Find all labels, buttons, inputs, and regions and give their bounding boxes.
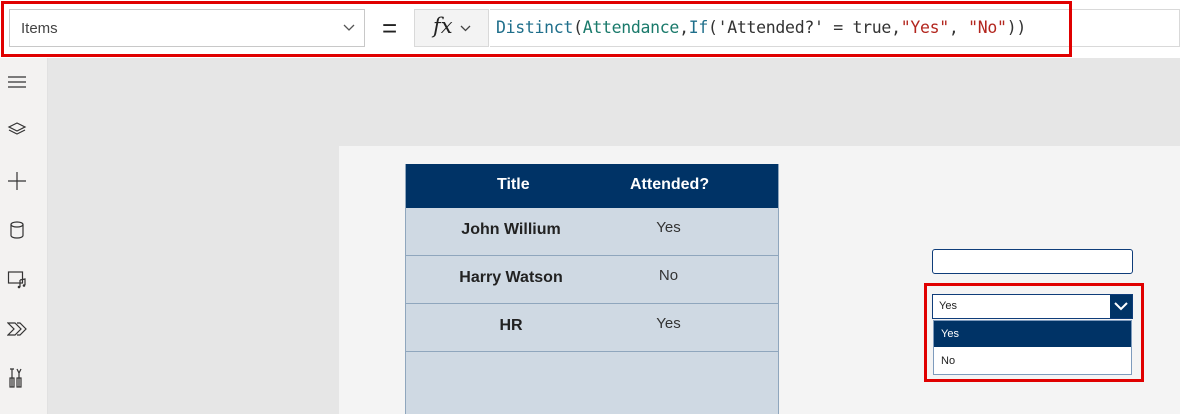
table-row[interactable]: Harry Watson No xyxy=(406,256,778,304)
attendance-gallery[interactable]: Title Attended? John Willium Yes Harry W… xyxy=(405,164,779,414)
table-row[interactable]: HR Yes xyxy=(406,304,778,352)
power-automate-icon[interactable] xyxy=(7,319,27,339)
row-attended: Yes xyxy=(656,315,681,332)
highlight-box-dropdown xyxy=(924,283,1144,382)
left-rail xyxy=(0,58,48,414)
row-title: HR xyxy=(499,317,523,334)
header-attended: Attended? xyxy=(630,176,710,193)
row-attended: Yes xyxy=(656,219,681,236)
layers-icon[interactable] xyxy=(7,120,27,140)
media-icon[interactable] xyxy=(7,269,27,289)
table-row[interactable]: John Willium Yes xyxy=(406,208,778,256)
tree-view-icon[interactable] xyxy=(7,72,27,92)
header-title: Title xyxy=(497,176,530,193)
data-cylinder-icon[interactable] xyxy=(7,220,27,240)
row-title: Harry Watson xyxy=(459,269,563,286)
table-header: Title Attended? xyxy=(406,164,778,208)
row-title: John Willium xyxy=(461,221,561,238)
advanced-tools-icon[interactable] xyxy=(7,368,27,388)
row-attended: No xyxy=(658,267,679,284)
highlight-box-formula xyxy=(1,1,1072,57)
text-input[interactable] xyxy=(932,249,1133,274)
insert-plus-icon[interactable] xyxy=(7,171,27,191)
